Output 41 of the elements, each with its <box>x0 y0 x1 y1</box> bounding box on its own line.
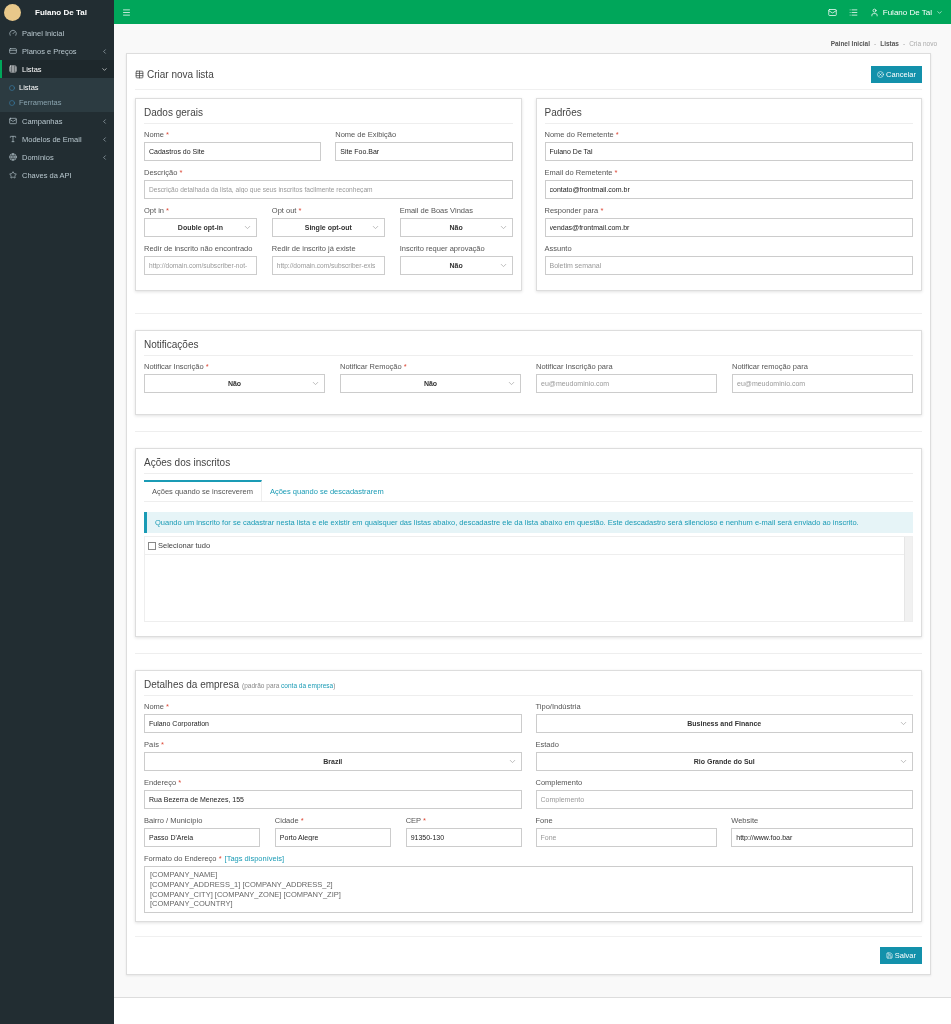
panel-title: Detalhes da empresa <box>144 679 240 690</box>
panel-title: Ações dos inscritos <box>144 457 913 474</box>
close-icon <box>877 71 884 78</box>
save-icon <box>885 952 893 959</box>
nav-icon <box>9 29 17 37</box>
nav-icon <box>9 153 17 161</box>
caret-icon <box>498 261 508 270</box>
caret-icon <box>899 719 908 728</box>
nav-icon <box>9 65 17 73</box>
page-title: Criar nova lista <box>147 69 214 80</box>
menu-icon[interactable] <box>122 7 131 17</box>
nav-icon <box>9 47 17 55</box>
chevron-icon <box>101 65 108 73</box>
nav-icon <box>9 135 17 143</box>
caret-icon <box>899 757 908 766</box>
table-icon <box>135 70 144 79</box>
caret-icon <box>311 379 320 388</box>
panel-title: Dados gerais <box>144 107 513 124</box>
scrollbar[interactable] <box>904 537 912 621</box>
chevron-icon <box>101 47 108 55</box>
nav-icon <box>9 171 17 179</box>
caret-icon <box>507 757 517 766</box>
caret-icon <box>242 223 252 232</box>
avatar <box>4 3 21 21</box>
caret-icon <box>498 223 508 232</box>
chevron-icon <box>101 135 108 143</box>
list-icon[interactable] <box>848 7 858 17</box>
nav-icon <box>9 117 17 125</box>
user-name: Fulano De Tal <box>34 7 87 17</box>
circle-icon <box>9 99 15 106</box>
mail-icon[interactable] <box>827 7 837 17</box>
chevron-icon <box>101 153 108 161</box>
user-icon <box>869 7 879 17</box>
circle-icon <box>9 84 15 91</box>
panel-title: Notificações <box>144 339 913 356</box>
caret-icon <box>370 223 380 232</box>
caret-icon <box>936 8 943 16</box>
chevron-icon <box>101 117 108 125</box>
caret-icon <box>507 379 516 388</box>
panel-title: Padrões <box>544 107 913 124</box>
checkbox[interactable] <box>148 541 156 550</box>
